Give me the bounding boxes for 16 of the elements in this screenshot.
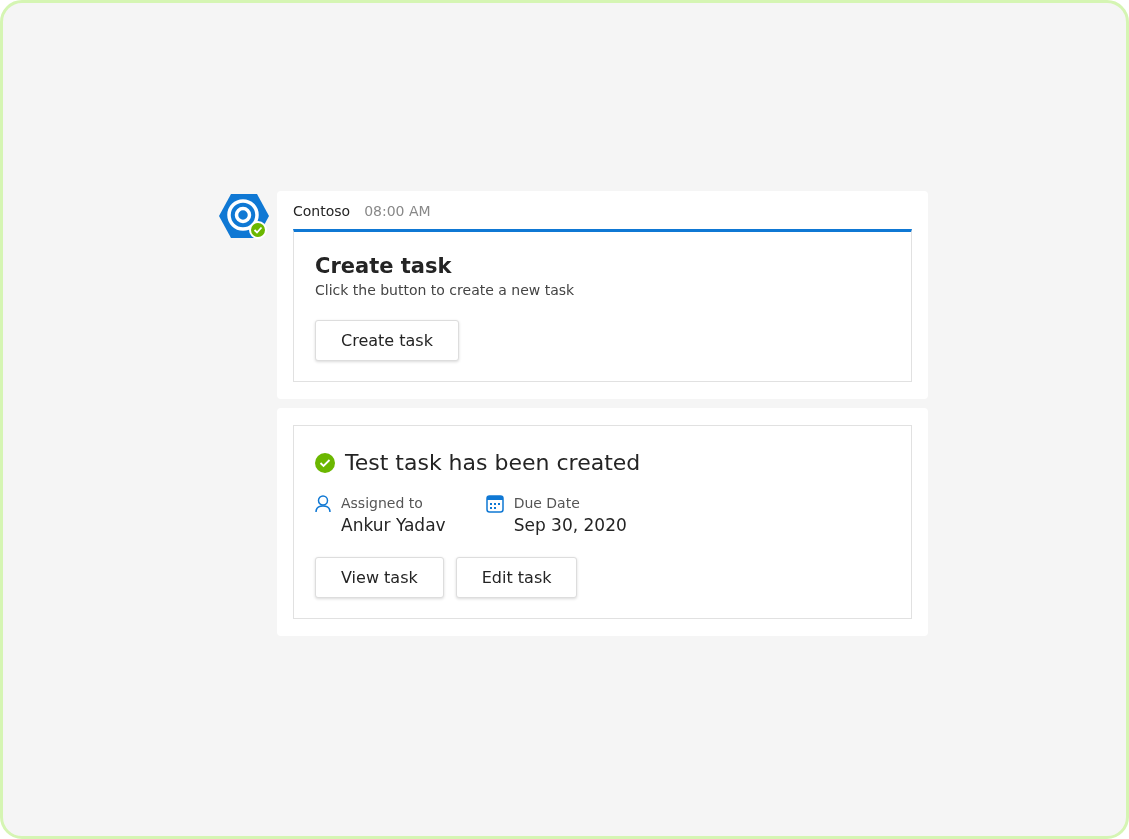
- fact-value: Ankur Yadav: [341, 515, 446, 535]
- fact-label: Due Date: [513, 495, 581, 511]
- person-icon: [315, 495, 331, 513]
- message-time: 08:00 AM: [364, 203, 431, 219]
- confirmation-title: Test task has been created: [345, 450, 641, 475]
- action-button[interactable]: View task: [315, 557, 444, 598]
- card-subtitle: Click the button to create a new task: [315, 282, 576, 298]
- card-title: Create task: [315, 254, 453, 278]
- bot-avatar-icon: [219, 193, 269, 239]
- action-button[interactable]: Edit task: [455, 557, 578, 598]
- success-check-icon: [315, 452, 335, 473]
- sender-name: Contoso: [293, 203, 351, 219]
- create-task-button[interactable]: Create task: [315, 320, 459, 361]
- fact-value: Sep 30, 2020: [513, 515, 627, 535]
- calendar-icon: [485, 495, 504, 513]
- fact-label: Assigned to: [341, 495, 424, 511]
